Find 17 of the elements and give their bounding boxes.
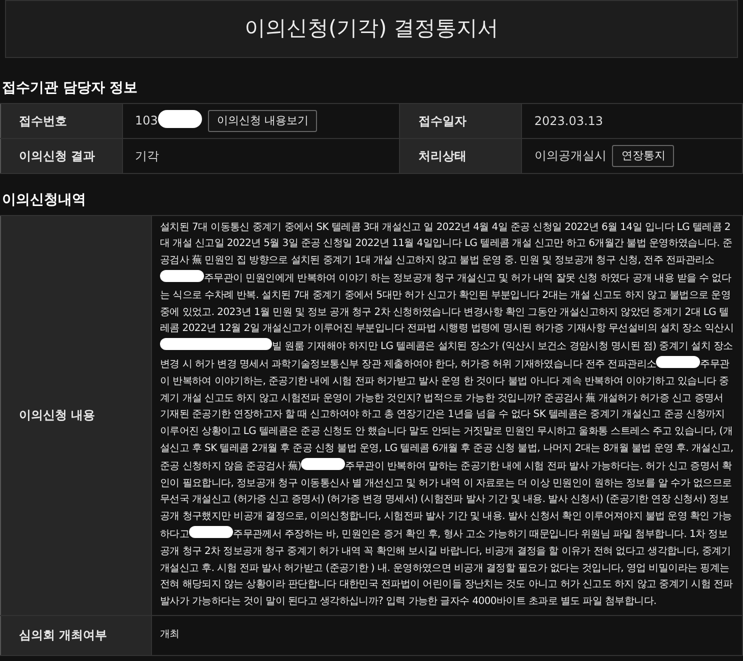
field-value: 이의공개실시	[534, 148, 606, 162]
field-value: 개최	[160, 628, 180, 642]
field-label: 접수일자	[400, 103, 522, 138]
field-value: 기각	[135, 148, 159, 163]
page-title: 이의신청(기각) 결정통지서	[244, 16, 499, 42]
field-label: 이의신청 내용	[0, 215, 152, 616]
section-heading: 이의신청내역	[2, 192, 87, 209]
field-label: 처리상태	[400, 138, 522, 174]
request-text: 설치된 7대 이동통신 중계기 중에서 SK 텔레콤 3대 개설신고 일 2022년 4월 4일 준공 신청일 2022년 6월 14일 입니다 LG 텔레콤 2대 개설 신고일 2022년 5월 3일 준공 신청일 2022년 11월 4일입니다 LG 텔레콤 개설 신고만 하고 6개월간 불법 운영하였습니다. 준공검사 蕪 민원인 집 방향으로 설치된 중계기 1대 개설 신고하지 않고 불법 운영 중. 민원 및 정보공개 청구 신청, 전주 전파관리소 주무관이 민원인에게 반복하여 이야기 하는 정보공개 청구 개설신고 및 허가 내역 잘못 신청 하였다 공개 내용 받을 수 없다는 식으로 수차례 반복. 설치된 7대 중계기 중에서 5대만 허가 신고가 확인된 부분입니다 2대는 개설 신고도 하지 않고 불법으로 운영 중에 있었고. 2023년 1월 민원 및 정보 공개 청구 2차 신청하였습니다 변경사항 확인 그동안 개설신고하지 않았던 중계기 2대 LG 텔레콤 2022년 12월 2일 개설신고가 이루어진 부분입니다 전파법 시행령 법령에 명시된 허가증 기재사항 무선설비의 설치 장소 익산시 빌 원룸 기재해야 하지만 LG 텔레콤은 설치된 장소가 (익산시 보건소 경암시청 명시된 점) 중계기 설치 장소 변경 시 허가 변경 명세서 과학기술정보통신부 장관 제출하여야 한다, 허가증 허위 기재하였습니다 전주 전파관리소 주무관이 반복하여 이야기하는, 준공기한 내에 시험 전파 허가받고 발사 운영 한 것이다 불법 아니다 계속 반복하여 이야기하고 있습니다 중계기 개설 신고도 하지 않고 시험전파 운영이 가능한 것인지? 법적으로 가능한 것입니까? 준공검사 蕪 개설허가 허가증 신고 증명서 기재된 준공기한 연장하고자 할 때 신고하여야 하고 총 연장기간은 1년을 넘을 수 없다 SK 텔레콤은 중계기 개설신고 준공 신청까지 이루어진 상황이고 LG 텔레콤은 준공 신청도 안 했습니다 말도 안되는 거짓말로 민원인 무시하고 울화통 스트레스 주고 있습니다, (개설신고 후 SK 텔레콤 2개월 후 준공 신청 불법 운영, LG 텔레콤 6개월 후 준공 신청 불법, 나머지 2대는 8개월 불법 운영 후. 개설신고, 준공 신청하지 않음 준공검사 蕪) 주무관이 반복하여 말하는 준공기한 내에 시험 전파 발사 가능하다는. 허가 신고 증명서 확인이 필요합니다, 정보공개 청구 이동통신사 별 개선신고 및 허가 내역 이 자료로는 더 이상 민원인이 원하는 정보를 알 수가 없으므로 무선국 개설신고 (허가증 신고 증명서) (허가증 변경 명세서) (시험전파 발사 기간 및 내용. 발사 신청서) (준공기한 연장 신청서) 정보 공개 청구했지만 비공개 결정으로, 이의신청합니다, 시험전파 발사 기간 및 내용. 발사 신청서 확인 이루어져야지 불법 운영 확인 가능하다고 주무관께서 주장하는 바, 민원인은 증거 확인 후, 형사 고소 가능하기 때문입니다 위원님 파일 첨부합니다. 1차 정보공개 청구 2차 정보공개 청구 중계기 허가 내역 꼭 확인해 보시길 바랍니다, 비공개 결정을 할 이유가 전혀 없다고 생각합니다, 중계기 개설신고 후. 시험 전파 발사 허가받고 (준공기한 ) 내. 운영하였으면 비공개 결정할 필요가 없다는 것입니다, 영업 비밀이라는 핑계는 전혀 해당되지 않는 상황이라 판단합니다 대한민국 전파법이 어린이들 장난치는 것도 아니고 허가 신고도 하지 않고 중계기 시험 전파 발사가 가능하다는 것이 말이 된다고 생각하십니까? 입력 가능한 글자수 4000바이트 초과로 별도 파일 첨부합니다.	[160, 220, 734, 610]
field-label: 심의회 개최여부	[0, 615, 152, 656]
field-value: 2023.03.13	[534, 114, 604, 128]
field-label: 이의신청 결과	[0, 138, 122, 174]
field-value: 103	[135, 113, 158, 128]
action-button[interactable]: 연장통지	[612, 144, 674, 168]
field-label: 접수번호	[0, 103, 122, 138]
section-heading: 접수기관 담당자 정보	[2, 80, 139, 97]
action-button[interactable]: 이의신청 내용보기	[208, 110, 318, 132]
